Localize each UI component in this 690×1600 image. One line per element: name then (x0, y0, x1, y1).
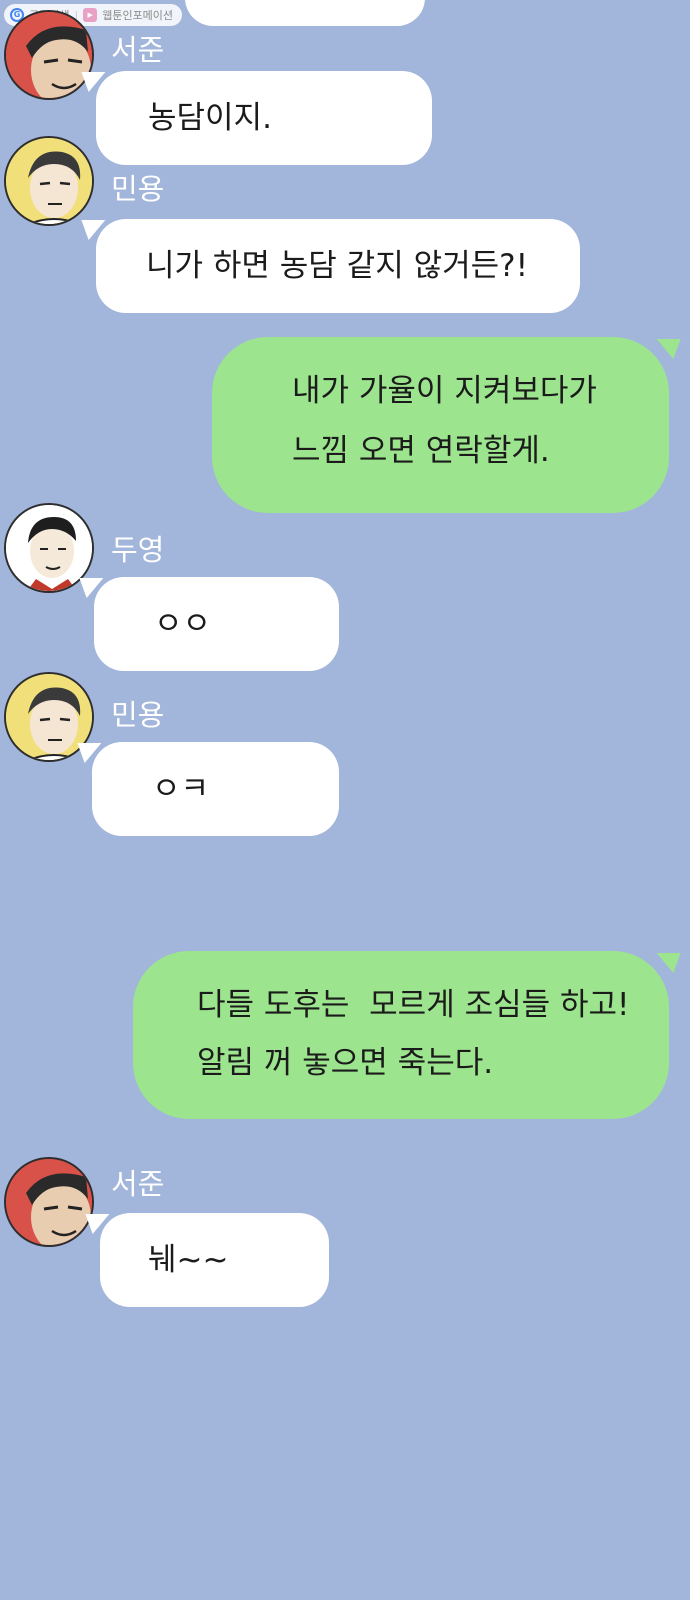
sender-name: 민용 (111, 698, 165, 732)
sender-name: 서준 (111, 1167, 165, 1201)
message-text: ㅇㅇ (154, 606, 212, 642)
avatar-minyong (4, 136, 94, 226)
message-bubble: 눼~~ (100, 1213, 329, 1307)
message-bubble: ㅇㅇ (94, 577, 339, 671)
message-text-line: 내가 가율이 지켜보다가 (292, 373, 597, 409)
message-bubble: 농담이지. (96, 71, 432, 165)
watermark-right: 웹툰인포메이션 (102, 9, 174, 22)
message-bubble: ㅇㅋ (92, 742, 339, 836)
avatar-seojun (4, 10, 94, 100)
message-text-line: 알림 꺼 놓으면 죽는다. (197, 1045, 494, 1081)
message-bubble: 니가 하면 농담 같지 않거든?! (96, 219, 580, 313)
message-text: ㅇㅋ (152, 771, 210, 807)
sender-name: 서준 (111, 33, 165, 67)
message-text-line: 느낌 오면 연락할게. (292, 433, 550, 469)
webtoon-icon: ▶ (83, 8, 98, 22)
message-text: 눼~~ (148, 1242, 229, 1278)
message-text-line: 다들 도후는 모르게 조심들 하고! (197, 987, 630, 1023)
sender-name: 두영 (111, 533, 165, 567)
previous-message-bubble (185, 0, 425, 26)
avatar-seojun (4, 1157, 94, 1247)
outgoing-message-bubble: 내가 가율이 지켜보다가 느낌 오면 연락할게. (212, 337, 669, 513)
message-text: 농담이지. (148, 100, 272, 136)
sender-name: 민용 (111, 172, 165, 206)
outgoing-message-bubble: 다들 도후는 모르게 조심들 하고! 알림 꺼 놓으면 죽는다. (133, 951, 669, 1119)
message-text: 니가 하면 농담 같지 않거든?! (146, 248, 529, 284)
